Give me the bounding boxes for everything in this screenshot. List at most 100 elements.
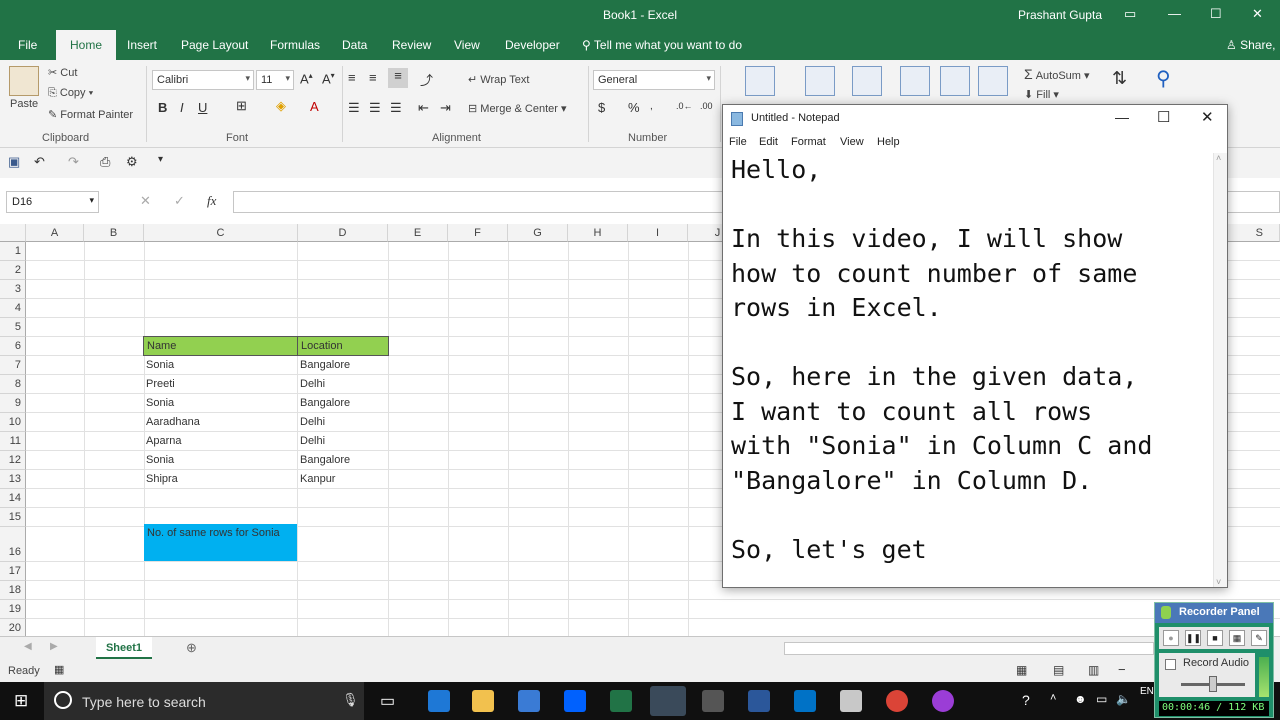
row-header[interactable]: 10 [0,413,26,432]
recorder-title[interactable]: Recorder Panel [1155,603,1273,623]
paint-icon[interactable] [840,690,862,712]
autosum-button[interactable]: Σ AutoSum ▾ [1024,66,1090,82]
minimize-icon[interactable]: — [1168,6,1181,21]
row-header[interactable]: 13 [0,470,26,489]
page-break-view-icon[interactable]: ▥ [1088,663,1099,677]
notepad-scrollbar[interactable]: ˄ ˅ [1213,153,1227,587]
format-painter-button[interactable]: ✎ Format Painter [48,108,133,121]
row-header[interactable]: 18 [0,581,26,600]
format-table-icon[interactable] [805,66,835,96]
row-header[interactable]: 12 [0,451,26,470]
insert-cells-icon[interactable] [900,66,930,96]
word-icon[interactable] [748,690,770,712]
menu-help[interactable]: Help [877,136,900,148]
currency-icon[interactable]: $ [598,100,605,115]
name-box[interactable]: D16 ▾ [6,191,99,213]
table-cell[interactable]: Shipra [143,470,181,488]
column-header[interactable]: H [568,224,628,242]
table-cell[interactable]: Delhi [297,375,328,393]
number-format-select[interactable]: General ▾ [593,70,715,90]
help-icon[interactable]: ? [1022,692,1030,708]
row-header[interactable]: 6 [0,337,26,356]
comma-icon[interactable]: , [650,101,653,112]
fill-button[interactable]: ⬇ Fill ▾ [1024,88,1059,101]
table-cell[interactable]: Sonia [143,451,177,469]
scroll-left-icon[interactable]: ◀ [24,641,32,652]
chrome-icon[interactable] [886,690,908,712]
bold-icon[interactable]: B [158,100,167,115]
fill-color-icon[interactable]: ◈ [276,98,286,114]
pause-icon[interactable]: ❚❚ [1185,630,1201,646]
decrease-decimal-icon[interactable]: .00 [700,101,713,111]
add-sheet-icon[interactable]: ⊕ [186,640,197,656]
cancel-icon[interactable]: ✕ [140,193,151,209]
table-cell[interactable]: Aaradhana [143,413,203,431]
column-header[interactable]: I [628,224,688,242]
align-bottom-icon[interactable]: ≡ [388,68,408,88]
enter-icon[interactable]: ✓ [174,193,185,209]
font-name-select[interactable]: Calibri ▾ [152,70,254,90]
zoom-out-icon[interactable]: − [1118,662,1126,677]
table-header-location[interactable]: Location [297,336,389,356]
notepad-close-icon[interactable]: ✕ [1201,108,1214,126]
summary-label-cell[interactable]: No. of same rows for Sonia [144,524,297,561]
normal-view-icon[interactable]: ▦ [1016,663,1027,677]
row-header[interactable]: 3 [0,280,26,299]
scroll-up-icon[interactable]: ˄ [1216,153,1221,163]
excel-taskbar-icon[interactable] [610,690,632,712]
underline-icon[interactable]: U [198,100,207,115]
user-name[interactable]: Prashant Gupta [1018,8,1102,22]
scroll-down-icon[interactable]: ˅ [1216,577,1221,587]
notepad-minimize-icon[interactable]: — [1115,109,1129,125]
notepad-taskbar-icon[interactable] [650,686,686,716]
tab-formulas[interactable]: Formulas [270,38,320,52]
horizontal-scrollbar[interactable] [784,642,1154,655]
row-header[interactable]: 20 [0,619,26,636]
macro-record-icon[interactable]: ▦ [54,663,64,676]
table-cell[interactable]: Bangalore [297,451,353,469]
draw-icon[interactable]: ✎ [1251,630,1267,646]
outlook-icon[interactable] [794,690,816,712]
shrink-font-icon[interactable]: A▾ [322,71,335,86]
menu-edit[interactable]: Edit [759,136,778,148]
align-top-icon[interactable]: ≡ [348,70,356,85]
record-icon[interactable]: ● [1163,630,1179,646]
column-header[interactable]: A [26,224,84,242]
column-header[interactable]: E [388,224,448,242]
row-header[interactable]: 1 [0,242,26,261]
table-cell[interactable]: Bangalore [297,394,353,412]
store-icon[interactable] [518,690,540,712]
grow-font-icon[interactable]: A▴ [300,71,313,86]
paste-icon[interactable] [9,66,39,96]
row-header[interactable]: 11 [0,432,26,451]
tab-insert[interactable]: Insert [127,38,157,52]
scroll-right-icon[interactable]: ▶ [50,641,58,652]
microphone-icon[interactable]: 🎙 [342,692,359,708]
delete-cells-icon[interactable] [940,66,970,96]
column-header[interactable]: D [298,224,388,242]
table-cell[interactable]: Bangalore [297,356,353,374]
task-view-icon[interactable]: ▭ [380,691,395,711]
paste-label[interactable]: Paste [10,98,38,110]
language-indicator[interactable]: EN [1140,686,1154,697]
font-color-icon[interactable]: A [310,99,319,114]
table-header-name[interactable]: Name [143,336,298,356]
copy-button[interactable]: ⎘ Copy ▾ [48,87,93,100]
page-layout-view-icon[interactable]: ▤ [1053,663,1064,677]
row-header[interactable]: 19 [0,600,26,619]
table-cell[interactable]: Sonia [143,356,177,374]
cell-styles-icon[interactable] [852,66,882,96]
menu-file[interactable]: File [729,136,747,148]
file-explorer-icon[interactable] [472,690,494,712]
conditional-format-icon[interactable] [745,66,775,96]
maximize-icon[interactable]: ☐ [1210,6,1222,22]
tab-home[interactable]: Home [56,30,117,60]
table-cell[interactable]: Delhi [297,413,328,431]
row-header[interactable]: 15 [0,508,26,527]
borders-icon[interactable]: ⊞ [236,98,247,114]
dropbox-icon[interactable] [564,690,586,712]
format-cells-icon[interactable] [978,66,1008,96]
settings-icon[interactable]: ▦ [1229,630,1245,646]
print-preview-icon[interactable]: ⎙ [100,154,110,170]
row-header[interactable]: 5 [0,318,26,337]
